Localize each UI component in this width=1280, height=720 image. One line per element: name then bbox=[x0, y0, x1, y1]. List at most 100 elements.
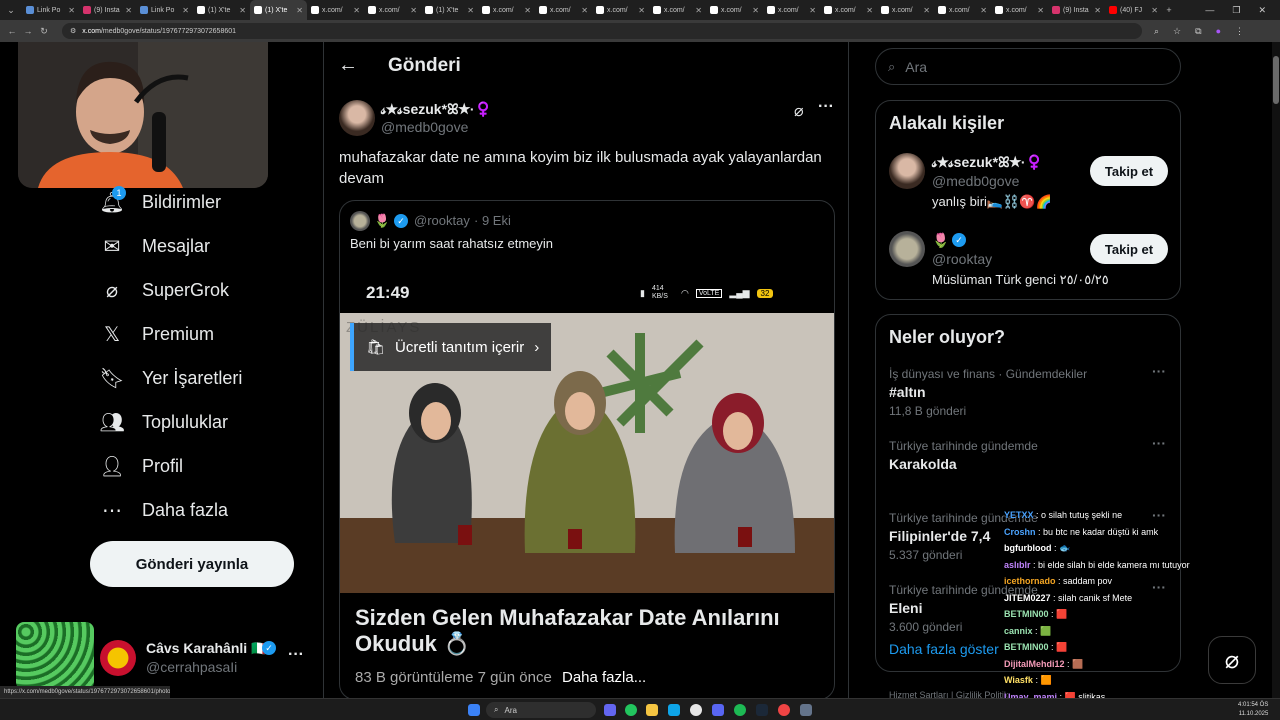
zoom-icon[interactable]: ⌕ bbox=[1154, 26, 1159, 37]
browser-tab[interactable]: x.com/ ✕ bbox=[592, 0, 649, 20]
related-name[interactable]: 𝓈★𝓈sezuk*ꕤ★·♀️ bbox=[932, 154, 1043, 171]
close-tab-icon[interactable]: ✕ bbox=[296, 6, 303, 15]
close-tab-icon[interactable]: ✕ bbox=[68, 6, 75, 15]
post-author-handle[interactable]: @medb0gove bbox=[381, 119, 468, 135]
steam-icon[interactable] bbox=[756, 704, 768, 716]
start-icon[interactable] bbox=[468, 704, 480, 716]
files-icon[interactable] bbox=[604, 704, 616, 716]
nav-item-yer-i-şaretleri[interactable]: 🔖︎ Yer İşaretleri bbox=[99, 366, 242, 390]
close-tab-icon[interactable]: ✕ bbox=[980, 6, 987, 15]
close-tab-icon[interactable]: ✕ bbox=[125, 6, 132, 15]
browser-tab[interactable]: (1) X'te ✕ bbox=[193, 0, 250, 20]
quoted-post[interactable]: 🌷 ✓ @rooktay · 9 Eki Beni bi yarım saat … bbox=[339, 200, 835, 700]
close-tab-icon[interactable]: ✕ bbox=[524, 6, 531, 15]
browser-tab[interactable]: x.com/ ✕ bbox=[706, 0, 763, 20]
trend-more-icon[interactable]: ··· bbox=[1152, 363, 1166, 379]
taskbar-clock[interactable]: 4:01:54 ÖS 11.10.2025 bbox=[1238, 701, 1268, 719]
obs-icon[interactable] bbox=[690, 704, 702, 716]
post-button[interactable]: Gönderi yayınla bbox=[90, 541, 294, 587]
close-tab-icon[interactable]: ✕ bbox=[809, 6, 816, 15]
spotify-icon[interactable] bbox=[734, 704, 746, 716]
close-tab-icon[interactable]: ✕ bbox=[410, 6, 417, 15]
tab-list-icon[interactable]: ⌄ bbox=[0, 5, 22, 16]
browser-tab[interactable]: x.com/ ✕ bbox=[535, 0, 592, 20]
trend-name[interactable]: Eleni bbox=[889, 600, 922, 616]
app-icon[interactable] bbox=[668, 704, 680, 716]
video-title[interactable]: Sizden Gelen Muhafazakar Date Anılarını … bbox=[355, 605, 825, 657]
explorer-icon[interactable] bbox=[646, 704, 658, 716]
browser-tab[interactable]: x.com/ ✕ bbox=[307, 0, 364, 20]
grok-icon[interactable]: ⌀ bbox=[794, 101, 804, 121]
related-avatar[interactable] bbox=[889, 153, 925, 189]
quote-media[interactable]: 21:49 ▮ 414 KB/S ◠ VoLTE ▂▄▆ 32 🛍 Ücretl… bbox=[340, 265, 834, 593]
star-icon[interactable]: ☆ bbox=[1173, 26, 1181, 37]
back-arrow-icon[interactable]: ← bbox=[338, 54, 358, 77]
close-tab-icon[interactable]: ✕ bbox=[1151, 6, 1158, 15]
browser-menu-icon[interactable]: ⋮ bbox=[1235, 26, 1244, 37]
browser-tab[interactable]: (1) X'te ✕ bbox=[421, 0, 478, 20]
close-tab-icon[interactable]: ✕ bbox=[638, 6, 645, 15]
close-tab-icon[interactable]: ✕ bbox=[695, 6, 702, 15]
close-tab-icon[interactable]: ✕ bbox=[866, 6, 873, 15]
post-author-name[interactable]: 𝓈★𝓈sezuk*ꕤ★·♀️ bbox=[381, 101, 492, 118]
trend-name[interactable]: #altın bbox=[889, 384, 926, 400]
minimize-icon[interactable]: — bbox=[1205, 5, 1214, 16]
account-switcher[interactable]: Câvs Karahânli 🇮🇹 ✓ @cerrahpasaIi ··· bbox=[100, 638, 310, 678]
scrollbar-thumb[interactable] bbox=[1273, 56, 1279, 104]
maximize-icon[interactable]: ❐ bbox=[1232, 5, 1240, 16]
app-alt-icon[interactable] bbox=[800, 704, 812, 716]
browser-tab[interactable]: (40) FJ ✕ bbox=[1105, 0, 1162, 20]
chrome-alt-icon[interactable] bbox=[778, 704, 790, 716]
related-avatar[interactable] bbox=[889, 231, 925, 267]
follow-button[interactable]: Takip et bbox=[1090, 156, 1168, 186]
url-field[interactable]: ⚙ x.com/medb0gove/status/197677297307265… bbox=[62, 23, 1142, 39]
trend-name[interactable]: Filipinler'de 7,4 bbox=[889, 528, 990, 544]
browser-tab[interactable]: x.com/ ✕ bbox=[877, 0, 934, 20]
back-icon[interactable]: ← bbox=[4, 26, 20, 36]
browser-tab[interactable]: (9) Insta ✕ bbox=[1048, 0, 1105, 20]
reload-icon[interactable]: ↻ bbox=[36, 26, 52, 37]
browser-tab[interactable]: x.com/ ✕ bbox=[991, 0, 1048, 20]
account-more-icon[interactable]: ··· bbox=[288, 646, 304, 664]
video-thumbnail[interactable]: ZÜLİAYS 🛍 Ücretli tanıtım içerir › bbox=[340, 313, 834, 593]
close-tab-icon[interactable]: ✕ bbox=[353, 6, 360, 15]
nav-item-topluluklar[interactable]: 👥︎ Topluluklar bbox=[99, 410, 228, 434]
close-tab-icon[interactable]: ✕ bbox=[467, 6, 474, 15]
browser-tab[interactable]: x.com/ ✕ bbox=[934, 0, 991, 20]
browser-tab[interactable]: (1) X'te ✕ bbox=[250, 0, 307, 20]
chrome-icon[interactable] bbox=[625, 704, 637, 716]
browser-tab[interactable]: Link Po ✕ bbox=[136, 0, 193, 20]
taskbar-search[interactable]: ⌕ Ara bbox=[486, 702, 596, 718]
show-more-link[interactable]: Daha fazla göster bbox=[889, 641, 999, 657]
browser-tab[interactable]: x.com/ ✕ bbox=[649, 0, 706, 20]
nav-item-profil[interactable]: 👤︎ Profil bbox=[99, 454, 183, 478]
site-info-icon[interactable]: ⚙ bbox=[70, 27, 76, 35]
trend-name[interactable]: Karakolda bbox=[889, 456, 957, 472]
search-box[interactable]: ⌕ Ara bbox=[875, 48, 1181, 85]
nav-item-mesajlar[interactable]: ✉ Mesajlar bbox=[100, 234, 210, 258]
browser-tab[interactable]: x.com/ ✕ bbox=[820, 0, 877, 20]
close-tab-icon[interactable]: ✕ bbox=[239, 6, 246, 15]
close-tab-icon[interactable]: ✕ bbox=[182, 6, 189, 15]
browser-tab[interactable]: (9) Insta ✕ bbox=[79, 0, 136, 20]
follow-button[interactable]: Takip et bbox=[1090, 234, 1168, 264]
post-more-icon[interactable]: ··· bbox=[818, 98, 834, 116]
browser-tab[interactable]: x.com/ ✕ bbox=[763, 0, 820, 20]
close-tab-icon[interactable]: ✕ bbox=[752, 6, 759, 15]
close-tab-icon[interactable]: ✕ bbox=[581, 6, 588, 15]
discord-icon[interactable] bbox=[712, 704, 724, 716]
forward-icon[interactable]: → bbox=[20, 26, 36, 36]
paid-promotion-label[interactable]: 🛍 Ücretli tanıtım içerir › bbox=[350, 323, 552, 371]
close-tab-icon[interactable]: ✕ bbox=[1037, 6, 1044, 15]
nav-item-daha-fazla[interactable]: ⋯ Daha fazla bbox=[100, 498, 228, 522]
profile-avatar-icon[interactable]: ● bbox=[1216, 26, 1221, 37]
browser-tab[interactable]: Link Po ✕ bbox=[22, 0, 79, 20]
trend-more-icon[interactable]: ··· bbox=[1152, 435, 1166, 451]
nav-item-supergrok[interactable]: ⌀ SuperGrok bbox=[100, 278, 229, 302]
extensions-icon[interactable]: ⧉ bbox=[1195, 26, 1201, 37]
video-more-link[interactable]: Daha fazla... bbox=[562, 669, 646, 686]
browser-tab[interactable]: x.com/ ✕ bbox=[364, 0, 421, 20]
post-author-avatar[interactable] bbox=[339, 100, 375, 136]
nav-item-bildirimler[interactable]: 🔔︎ 1 Bildirimler bbox=[99, 186, 221, 214]
close-window-icon[interactable]: ✕ bbox=[1258, 5, 1266, 16]
